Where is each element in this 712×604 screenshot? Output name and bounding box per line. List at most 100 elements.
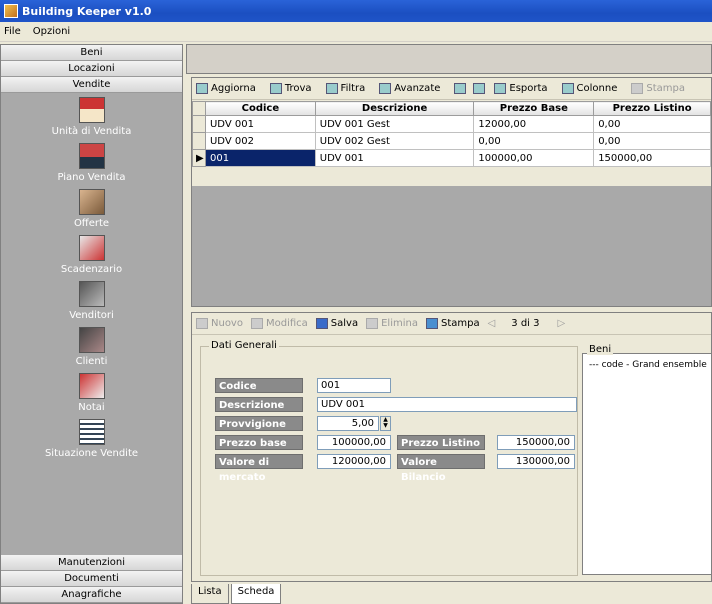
sidebar-item-clienti[interactable]: Clienti	[1, 323, 182, 369]
tab-scheda[interactable]: Scheda	[230, 584, 282, 604]
plan-icon	[78, 143, 105, 169]
cell-codice[interactable]: UDV 002	[204, 132, 316, 150]
nuovo-button[interactable]: Nuovo	[196, 318, 243, 329]
refresh-icon	[196, 83, 208, 94]
sort-ascending-icon	[454, 83, 467, 94]
export-icon	[494, 83, 507, 94]
app-title: Building Keeper v1.0	[22, 4, 152, 18]
handshake-icon	[78, 189, 105, 215]
provvigione-spinner[interactable]: ▲ ▼	[380, 416, 391, 431]
clients-icon	[78, 327, 105, 353]
salva-button[interactable]: Salva	[315, 318, 358, 329]
tab-lista[interactable]: Lista	[191, 584, 229, 604]
elimina-button[interactable]: Elimina	[366, 318, 418, 329]
col-header-descrizione[interactable]: Descrizione	[314, 101, 475, 116]
notary-icon	[78, 373, 105, 399]
sidebar-header-manutenzioni[interactable]: Manutenzioni	[1, 555, 182, 571]
new-icon	[196, 318, 208, 329]
codice-field[interactable]: 001	[317, 378, 391, 393]
sidebar-item-situazione-vendite[interactable]: Situazione Vendite	[1, 415, 182, 461]
dati-generali-group: Dati Generali Codice 001 Descrizione UDV…	[200, 340, 578, 576]
esporta-button[interactable]: Esporta	[494, 83, 548, 94]
row-selector-header	[192, 101, 206, 116]
menu-file[interactable]: File	[4, 26, 21, 37]
colonne-button[interactable]: Colonne	[561, 83, 617, 94]
prezzo-listino-field[interactable]: 150000,00	[497, 435, 575, 450]
cell-prezzo-base[interactable]: 100000,00	[473, 149, 595, 167]
provvigione-field[interactable]: 5,00	[317, 416, 379, 431]
sidebar-item-scadenzario[interactable]: Scadenzario	[1, 231, 182, 277]
grid-empty-area	[192, 186, 711, 306]
col-header-prezzo-base[interactable]: Prezzo Base	[473, 101, 595, 116]
cell-descrizione[interactable]: UDV 002 Gest	[314, 132, 475, 150]
sidebar-header-anagrafiche[interactable]: Anagrafiche	[1, 587, 182, 603]
cell-prezzo-base[interactable]: 12000,00	[473, 115, 595, 133]
aggiorna-button[interactable]: Aggiorna	[196, 83, 256, 94]
sidebar-header-vendite[interactable]: Vendite	[1, 77, 182, 93]
main-area: Aggiorna Trova Filtra Avanzate Esporta C…	[186, 44, 712, 604]
save-icon	[315, 318, 328, 329]
previous-record-button[interactable]: ◁	[488, 318, 496, 329]
printer-icon	[425, 318, 438, 329]
calendar-icon	[78, 235, 105, 261]
descrizione-label: Descrizione	[215, 397, 303, 412]
sidebar-header-beni[interactable]: Beni	[1, 45, 182, 61]
columns-icon	[561, 83, 574, 94]
table-row[interactable]: ▶ 001 UDV 001 100000,00 150000,00	[192, 149, 711, 167]
avanzate-button[interactable]: Avanzate	[379, 83, 440, 94]
cell-prezzo-base[interactable]: 0,00	[473, 132, 595, 150]
prezzo-base-field[interactable]: 100000,00	[317, 435, 391, 450]
detail-toolbar: Nuovo Modifica Salva Elimina Stampa ◁ 3 …	[192, 313, 711, 335]
stampa-grid-button[interactable]: Stampa	[631, 83, 685, 94]
cell-prezzo-listino[interactable]: 0,00	[593, 132, 711, 150]
grid-panel: Aggiorna Trova Filtra Avanzate Esporta C…	[191, 77, 712, 307]
codice-label: Codice	[215, 378, 303, 393]
record-position: 3 di 3	[511, 318, 540, 329]
filter-icon	[325, 83, 338, 94]
valore-mercato-label: Valore di mercato	[215, 454, 303, 483]
sort-asc-button[interactable]	[454, 83, 469, 94]
row-selector[interactable]	[192, 132, 206, 150]
sidebar-item-venditori[interactable]: Venditori	[1, 277, 182, 323]
menu-opzioni[interactable]: Opzioni	[33, 26, 70, 37]
stampa-detail-button[interactable]: Stampa	[425, 318, 480, 329]
col-header-codice[interactable]: Codice	[204, 101, 316, 116]
beni-tree[interactable]: Beni --- code - Grand ensemble	[582, 344, 712, 575]
current-row-arrow-icon[interactable]: ▶	[192, 149, 206, 167]
sidebar-item-notai[interactable]: Notai	[1, 369, 182, 415]
edit-icon	[250, 318, 263, 329]
sidebar-item-unita-vendita[interactable]: Unità di Vendita	[1, 93, 182, 139]
valore-bilancio-label: Valore Bilancio	[397, 454, 485, 483]
salesman-icon	[78, 281, 105, 307]
filtra-button[interactable]: Filtra	[325, 83, 365, 94]
app-icon	[4, 4, 18, 18]
col-header-prezzo-listino[interactable]: Prezzo Listino	[593, 101, 711, 116]
row-selector[interactable]	[192, 115, 206, 133]
sidebar-header-locazioni[interactable]: Locazioni	[1, 61, 182, 77]
prezzo-listino-label: Prezzo Listino	[397, 435, 485, 450]
cell-descrizione[interactable]: UDV 001 Gest	[314, 115, 475, 133]
cell-codice[interactable]: UDV 001	[204, 115, 316, 133]
modifica-button[interactable]: Modifica	[250, 318, 308, 329]
tree-item[interactable]: --- code - Grand ensemble	[589, 360, 707, 370]
report-icon	[78, 419, 105, 445]
sidebar-item-offerte[interactable]: Offerte	[1, 185, 182, 231]
cell-prezzo-listino[interactable]: 0,00	[593, 115, 711, 133]
cell-prezzo-listino[interactable]: 150000,00	[593, 149, 711, 167]
detail-panel: Nuovo Modifica Salva Elimina Stampa ◁ 3 …	[191, 312, 712, 582]
next-record-button[interactable]: ▷	[558, 318, 566, 329]
descrizione-field[interactable]: UDV 001	[317, 397, 577, 412]
cell-codice[interactable]: 001	[204, 149, 316, 167]
valore-mercato-field[interactable]: 120000,00	[317, 454, 391, 469]
sidebar-item-piano-vendita[interactable]: Piano Vendita	[1, 139, 182, 185]
cell-descrizione[interactable]: UDV 001	[314, 149, 475, 167]
valore-bilancio-field[interactable]: 130000,00	[497, 454, 575, 469]
grid-toolbar: Aggiorna Trova Filtra Avanzate Esporta C…	[192, 78, 711, 100]
dati-generali-legend: Dati Generali	[209, 340, 279, 351]
trova-button[interactable]: Trova	[269, 83, 312, 94]
table-row[interactable]: UDV 002 UDV 002 Gest 0,00 0,00	[192, 132, 711, 150]
sidebar-header-documenti[interactable]: Documenti	[1, 571, 182, 587]
table-row[interactable]: UDV 001 UDV 001 Gest 12000,00 0,00	[192, 115, 711, 133]
binoculars-icon	[269, 83, 282, 94]
sort-desc-button[interactable]	[473, 83, 488, 94]
